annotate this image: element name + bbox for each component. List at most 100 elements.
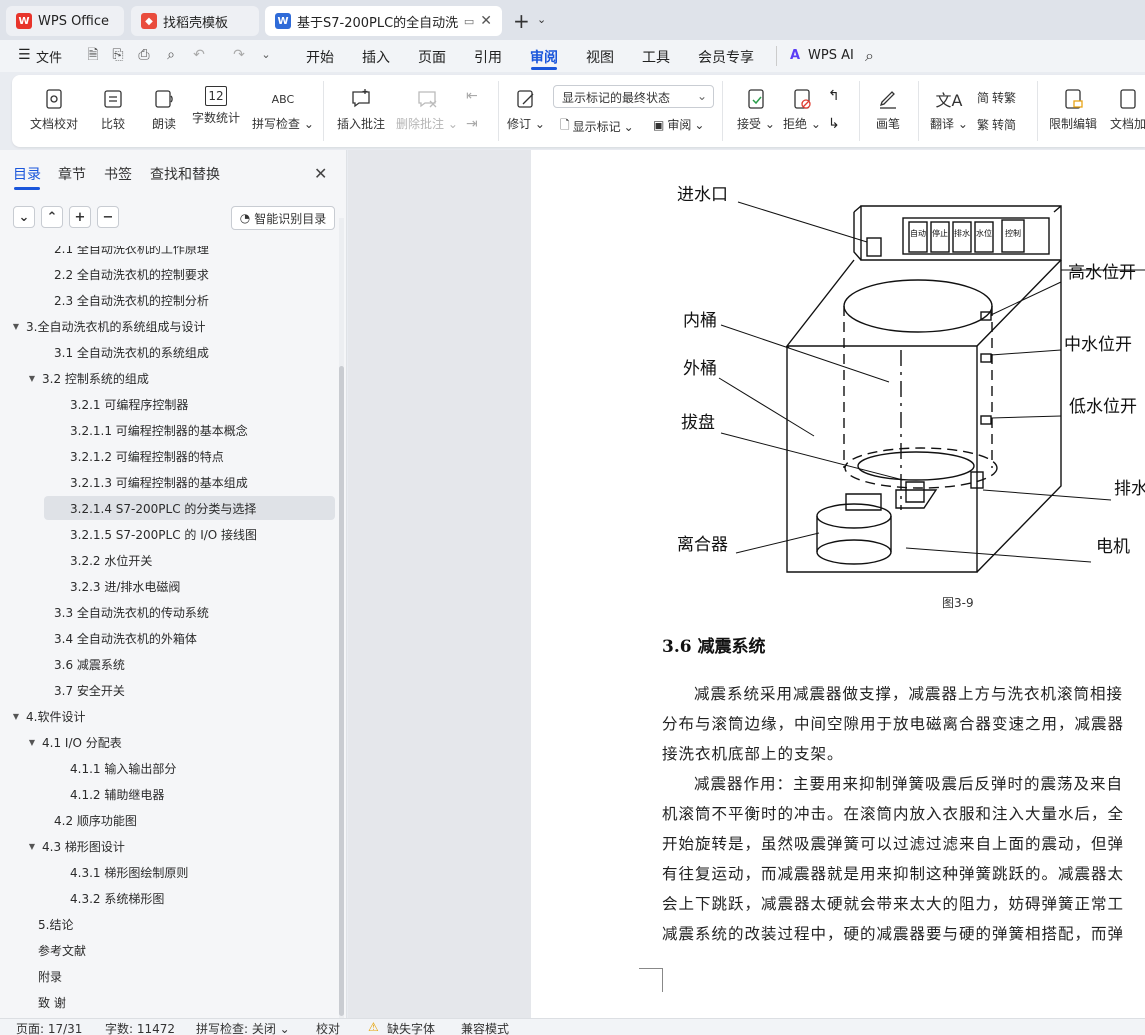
new-tab-icon[interactable]: + bbox=[513, 9, 530, 33]
expand-triangle-icon[interactable]: ▼ bbox=[26, 842, 38, 851]
toc-item[interactable]: 3.1 全自动洗衣机的系统组成 bbox=[0, 340, 330, 364]
tab-wps-office[interactable]: W WPS Office bbox=[6, 6, 124, 36]
reject-button[interactable]: 拒绝 ⌄ bbox=[783, 86, 821, 132]
search-icon[interactable]: ⌕ bbox=[865, 46, 874, 66]
toc-item[interactable]: 3.2.1.3 可编程控制器的基本组成 bbox=[0, 470, 330, 494]
save-icon[interactable]: 🗎 bbox=[85, 47, 101, 63]
redo-icon[interactable]: ↷ bbox=[231, 47, 247, 63]
read-aloud-button[interactable]: 朗读 bbox=[151, 86, 177, 132]
menu-view[interactable]: 视图 bbox=[586, 47, 614, 67]
hamburger-icon[interactable]: ☰ bbox=[18, 47, 31, 63]
to-simplified-button[interactable]: 繁 转简 bbox=[977, 116, 1016, 133]
document-page[interactable]: 进水口 内桶 外桶 拔盘 离合器 高水位开 中水位开 低水位开 排水 电机 自动… bbox=[531, 150, 1145, 1018]
tab-find-replace[interactable]: 查找和替换 bbox=[150, 164, 220, 184]
expand-triangle-icon[interactable]: ▼ bbox=[10, 712, 22, 721]
toc-item[interactable]: 4.3.2 系统梯形图 bbox=[0, 886, 330, 910]
collapse-down-button[interactable]: ⌄ bbox=[13, 206, 35, 228]
add-heading-button[interactable]: + bbox=[69, 206, 91, 228]
delete-comment-button[interactable]: 删除批注 ⌄ bbox=[396, 86, 458, 132]
toc-item[interactable]: 3.2.1.4 S7-200PLC 的分类与选择 bbox=[44, 496, 335, 520]
collapse-up-button[interactable]: ⌃ bbox=[41, 206, 63, 228]
menu-page[interactable]: 页面 bbox=[418, 47, 446, 67]
tab-toc[interactable]: 目录 bbox=[13, 164, 41, 184]
show-markup-button[interactable]: 🗋 显示标记 ⌄ bbox=[560, 116, 634, 137]
toc-item[interactable]: ▼ 4.3 梯形图设计 bbox=[0, 834, 330, 858]
pen-button[interactable]: 画笔 bbox=[875, 86, 901, 132]
toc-item[interactable]: 2.3 全自动洗衣机的控制分析 bbox=[0, 288, 330, 312]
word-count-indicator[interactable]: 字数: 11472 bbox=[105, 1020, 175, 1035]
toc-item[interactable]: ▼ 4.1 I/O 分配表 bbox=[0, 730, 330, 754]
expand-triangle-icon[interactable]: ▼ bbox=[26, 738, 38, 747]
tab-bookmark[interactable]: 书签 bbox=[104, 164, 132, 184]
toc-item[interactable]: ▼ 3.全自动洗衣机的系统组成与设计 bbox=[0, 314, 330, 338]
menu-review[interactable]: 审阅 bbox=[530, 47, 558, 67]
toc-item[interactable]: 3.2.1.1 可编程控制器的基本概念 bbox=[0, 418, 330, 442]
doc-check-button[interactable]: 文档校对 bbox=[30, 86, 78, 132]
toc-item[interactable]: 3.2.2 水位开关 bbox=[0, 548, 330, 572]
print-preview-icon[interactable]: ⌕ bbox=[163, 47, 179, 63]
toc-item[interactable]: 4.3.1 梯形图绘制原则 bbox=[0, 860, 330, 884]
menu-insert[interactable]: 插入 bbox=[362, 47, 390, 67]
page-indicator[interactable]: 页面: 17/31 bbox=[16, 1020, 82, 1035]
undo-icon[interactable]: ↶ bbox=[191, 47, 207, 63]
close-tab-icon[interactable]: ✕ bbox=[480, 13, 492, 29]
toc-item[interactable]: 3.2.3 进/排水电磁阀 bbox=[0, 574, 330, 598]
toc-item[interactable]: ▼ 4.软件设计 bbox=[0, 704, 330, 728]
toc-item[interactable]: 4.1.2 辅助继电器 bbox=[0, 782, 330, 806]
markup-state-dropdown[interactable]: 显示标记的最终状态 ⌄ bbox=[553, 85, 714, 108]
more-chevron-icon[interactable]: ⌄ bbox=[258, 47, 274, 63]
toc-item[interactable]: 附录 bbox=[0, 964, 330, 988]
toc-item[interactable]: 致 谢 bbox=[0, 990, 330, 1014]
restrict-edit-button[interactable]: 限制编辑 bbox=[1049, 86, 1097, 132]
wps-ai-button[interactable]: WPS AI bbox=[808, 48, 854, 63]
menu-start[interactable]: 开始 bbox=[306, 47, 334, 67]
file-menu[interactable]: 文件 bbox=[36, 47, 62, 66]
toc-item[interactable]: 3.2.1.5 S7-200PLC 的 I/O 接线图 bbox=[0, 522, 330, 546]
compare-button[interactable]: 比较 bbox=[100, 86, 126, 132]
tab-daoke-template[interactable]: ◆ 找稻壳模板 bbox=[131, 6, 259, 36]
smart-toc-button[interactable]: ◔ 智能识别目录 bbox=[231, 206, 335, 230]
toc-item[interactable]: 3.3 全自动洗衣机的传动系统 bbox=[0, 600, 330, 624]
toc-item[interactable]: 2.2 全自动洗衣机的控制要求 bbox=[0, 262, 330, 286]
next-change-icon[interactable]: ↳ bbox=[828, 116, 840, 132]
toc-item[interactable]: 3.7 安全开关 bbox=[0, 678, 330, 702]
proofread-indicator[interactable]: 校对 bbox=[316, 1020, 340, 1035]
menu-member[interactable]: 会员专享 bbox=[698, 47, 754, 67]
close-panel-icon[interactable]: ✕ bbox=[314, 164, 327, 183]
toc-item[interactable]: 4.2 顺序功能图 bbox=[0, 808, 330, 832]
export-icon[interactable]: ⎘ bbox=[110, 47, 126, 63]
toc-item[interactable]: 5.结论 bbox=[0, 912, 330, 936]
toc-item[interactable]: 参考文献 bbox=[0, 938, 330, 962]
toc-item[interactable]: 2.1 全自动洗衣机的工作原理 bbox=[0, 246, 330, 260]
to-traditional-button[interactable]: 简 转繁 bbox=[977, 89, 1016, 106]
expand-triangle-icon[interactable]: ▼ bbox=[26, 374, 38, 383]
spell-check-indicator[interactable]: 拼写检查: 关闭 ⌄ bbox=[196, 1020, 290, 1035]
doc-encrypt-button[interactable]: 文档加 bbox=[1110, 86, 1145, 132]
chevron-down-icon[interactable]: ⌄ bbox=[537, 13, 546, 26]
next-comment-icon[interactable]: ⇥ bbox=[466, 116, 478, 132]
accept-button[interactable]: 接受 ⌄ bbox=[737, 86, 775, 132]
menu-reference[interactable]: 引用 bbox=[474, 47, 502, 67]
menu-tools[interactable]: 工具 bbox=[642, 47, 670, 67]
toc-item[interactable]: 3.4 全自动洗衣机的外箱体 bbox=[0, 626, 330, 650]
prev-comment-icon[interactable]: ⇤ bbox=[466, 88, 478, 104]
print-icon[interactable]: ⎙ bbox=[136, 47, 152, 63]
toc-scrollbar[interactable] bbox=[339, 366, 344, 1016]
remove-heading-button[interactable]: − bbox=[97, 206, 119, 228]
spell-check-button[interactable]: ABC 拼写检查 ⌄ bbox=[252, 86, 314, 132]
review-pane-button[interactable]: ▣ 审阅 ⌄ bbox=[653, 116, 704, 133]
revise-button[interactable]: 修订 ⌄ bbox=[507, 86, 545, 132]
insert-comment-button[interactable]: 插入批注 bbox=[337, 86, 385, 132]
toc-item[interactable]: ▼ 3.2 控制系统的组成 bbox=[0, 366, 330, 390]
prev-change-icon[interactable]: ↰ bbox=[828, 88, 840, 104]
toc-item[interactable]: 4.1.1 输入输出部分 bbox=[0, 756, 330, 780]
missing-font-indicator[interactable]: 缺失字体 bbox=[387, 1020, 435, 1035]
expand-triangle-icon[interactable]: ▼ bbox=[10, 322, 22, 331]
toc-item[interactable]: 3.6 减震系统 bbox=[0, 652, 330, 676]
tab-chapter[interactable]: 章节 bbox=[58, 164, 86, 184]
toc-item[interactable]: 3.2.1 可编程序控制器 bbox=[0, 392, 330, 416]
tab-document[interactable]: W 基于S7-200PLC的全自动洗衣机 ▭ ✕ bbox=[265, 6, 502, 36]
word-count-button[interactable]: 12 字数统计 bbox=[192, 86, 240, 126]
translate-button[interactable]: 文A 翻译 ⌄ bbox=[930, 86, 968, 132]
monitor-icon[interactable]: ▭ bbox=[464, 15, 474, 28]
